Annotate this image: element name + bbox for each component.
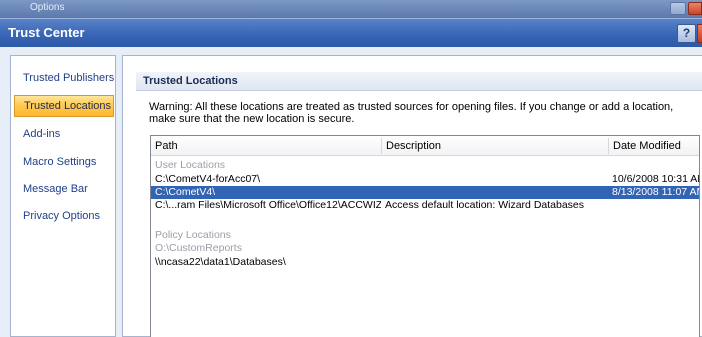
nav-item-label: Privacy Options [23, 210, 101, 222]
list-header: Path Description Date Modified [151, 136, 699, 156]
group-header-user-locations: User Locations [151, 159, 699, 172]
close-button[interactable] [697, 24, 702, 43]
table-row-selected[interactable]: C:\CometV4\ 8/13/2008 11:07 AM [151, 186, 699, 199]
help-button[interactable]: ? [677, 24, 696, 43]
dialog-titlebar[interactable]: Trust Center ? [0, 18, 702, 47]
row-path: \\ncasa22\data1\Databases\ [155, 256, 286, 268]
nav-item-trusted-publishers[interactable]: Trusted Publishers [14, 67, 114, 89]
background-window-title: Options [30, 2, 65, 13]
nav-item-macro-settings[interactable]: Macro Settings [14, 151, 114, 173]
nav-item-label: Message Bar [23, 183, 88, 195]
row-path: Policy Locations [155, 229, 231, 241]
nav-item-add-ins[interactable]: Add-ins [14, 123, 114, 145]
row-path: O:\CustomReports [155, 242, 242, 254]
column-header-description[interactable]: Description [382, 136, 608, 156]
nav-item-trusted-locations[interactable]: Trusted Locations [14, 95, 114, 117]
nav-item-label: Trusted Locations [24, 100, 112, 112]
question-mark-icon: ? [682, 26, 691, 40]
background-close-icon [688, 2, 702, 15]
column-header-path[interactable]: Path [151, 136, 383, 156]
row-description: Access default location: Wizard Database… [385, 199, 585, 211]
column-header-date-modified[interactable]: Date Modified [609, 136, 699, 156]
background-help-icon [670, 2, 686, 15]
row-date: 10/6/2008 10:31 AM [612, 173, 699, 185]
trusted-locations-list[interactable]: Path Description Date Modified User Loca… [150, 135, 700, 337]
row-path: C:\...ram Files\Microsoft Office\Office1… [155, 199, 381, 211]
nav-item-label: Add-ins [23, 128, 61, 140]
nav-item-privacy-options[interactable]: Privacy Options [14, 205, 114, 227]
table-row[interactable]: \\ncasa22\data1\Databases\ [151, 256, 699, 269]
nav-item-label: Trusted Publishers [23, 72, 115, 84]
trusted-locations-panel: Trusted Locations Warning: All these loc… [122, 55, 702, 337]
security-warning-text: Warning: All these locations are treated… [149, 101, 674, 125]
table-row[interactable]: C:\CometV4-forAcc07\ 10/6/2008 10:31 AM [151, 173, 699, 186]
dialog-body: Trusted Publishers Trusted Locations Add… [0, 47, 702, 337]
trust-center-nav: Trusted Publishers Trusted Locations Add… [10, 55, 116, 337]
table-row[interactable]: O:\CustomReports [151, 242, 699, 255]
section-title: Trusted Locations [136, 72, 702, 91]
nav-item-message-bar[interactable]: Message Bar [14, 178, 114, 200]
dialog-title: Trust Center [8, 25, 85, 40]
nav-item-label: Macro Settings [23, 156, 97, 168]
row-path: User Locations [155, 159, 226, 171]
group-header-policy-locations: Policy Locations [151, 229, 699, 242]
row-path: C:\CometV4\ [155, 186, 216, 198]
background-window-titlebar: Options [0, 0, 702, 18]
table-row[interactable]: C:\...ram Files\Microsoft Office\Office1… [151, 199, 699, 212]
row-path: C:\CometV4-forAcc07\ [155, 173, 261, 185]
row-date: 8/13/2008 11:07 AM [612, 186, 699, 198]
